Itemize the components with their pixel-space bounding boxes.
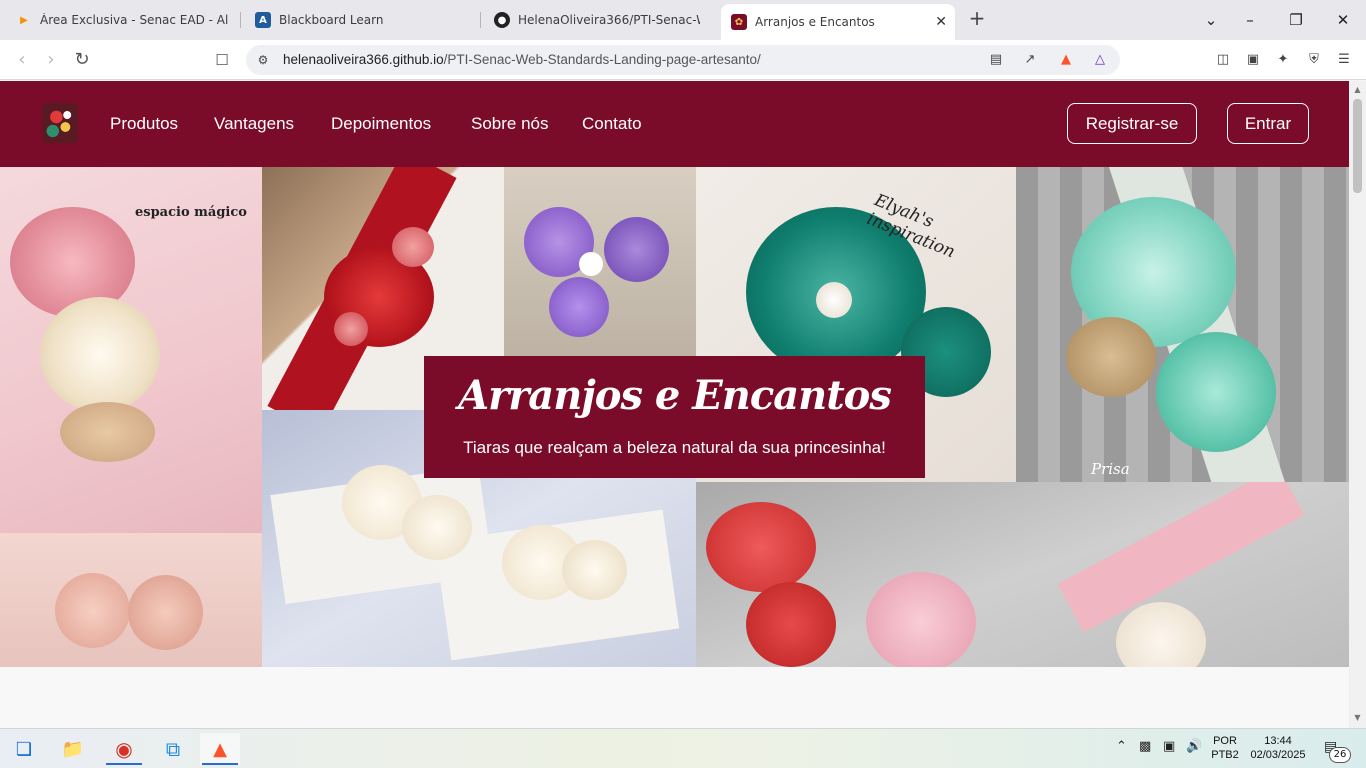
back-button[interactable]: ‹ — [10, 48, 34, 72]
tab-title: HelenaOliveira366/PTI-Senac-Web- — [518, 13, 700, 27]
sidebar-icon[interactable]: ◫ — [1214, 51, 1232, 69]
page-scrollbar[interactable]: ▲ ▼ — [1349, 81, 1366, 728]
share-icon[interactable]: ↗ — [1021, 51, 1039, 69]
windows-taskbar: ❏ 📁 ◉ ⧉ ▲ ⌃ ▩ ▣ 🔊 POR PTB2 13:44 02/03/2… — [0, 728, 1366, 768]
site-header: Produtos Vantagens Depoimentos Sobre nós… — [0, 81, 1349, 167]
scrollbar-thumb[interactable] — [1353, 99, 1362, 193]
notification-count-badge: 26 — [1329, 747, 1351, 763]
scroll-down-icon[interactable]: ▼ — [1353, 713, 1362, 722]
bookmark-icon[interactable]: ☐ — [210, 48, 234, 72]
brave-shields-icon[interactable]: ▲ — [1057, 51, 1075, 69]
nav-sobre-nos[interactable]: Sobre nós — [471, 114, 549, 134]
tab-search-chevron-icon[interactable]: ⌄ — [1199, 8, 1223, 32]
new-tab-button[interactable]: + — [966, 8, 988, 30]
hero-subtitle: Tiaras que realçam a beleza natural da s… — [463, 438, 886, 457]
meet-icon[interactable]: ▣ — [1163, 739, 1175, 754]
browser-tab-strip: ▶ Área Exclusiva - Senac EAD - Aluno A B… — [0, 0, 1366, 40]
watermark-espacio-magico: espacio mágico — [135, 205, 247, 220]
clock-time: 13:44 — [1264, 735, 1292, 747]
login-button[interactable]: Entrar — [1227, 103, 1309, 144]
senac-icon: ▶ — [20, 14, 28, 26]
network-icon[interactable]: ▩ — [1139, 739, 1151, 754]
language-indicator[interactable]: POR PTB2 — [1210, 734, 1240, 762]
minimize-button[interactable]: – — [1238, 8, 1262, 32]
tab-title: Área Exclusiva - Senac EAD - Aluno — [40, 13, 228, 27]
site-info-icon[interactable]: ⚙ — [254, 51, 272, 69]
vscode-icon[interactable]: ⧉ — [153, 733, 193, 765]
restore-button[interactable]: ❐ — [1284, 8, 1308, 32]
leo-ai-icon[interactable]: ✦ — [1274, 51, 1292, 69]
clock-date: 02/03/2025 — [1250, 749, 1306, 761]
brave-rewards-icon[interactable]: △ — [1091, 51, 1109, 69]
site-logo[interactable] — [42, 103, 78, 143]
menu-icon[interactable]: ☰ — [1335, 51, 1353, 69]
keyboard-label: PTB2 — [1211, 749, 1239, 761]
nav-depoimentos[interactable]: Depoimentos — [331, 114, 431, 134]
blackboard-icon: A — [255, 12, 271, 28]
url-path: /PTI-Senac-Web-Standards-Landing-page-ar… — [443, 52, 761, 67]
watermark-prisa: Prisa — [1091, 460, 1130, 478]
nav-contato[interactable]: Contato — [582, 114, 642, 134]
tab-blackboard[interactable]: A Blackboard Learn — [245, 5, 473, 35]
hero-photo-mint-flowers: Prisa — [1016, 167, 1349, 482]
tab-separator — [480, 12, 481, 28]
hero-collage: espacio mágico Elyah's inspiration Prisa… — [0, 167, 1349, 667]
tab-title: Arranjos e Encantos — [755, 15, 875, 29]
site-logo-icon: ✿ — [731, 14, 747, 30]
url-host: helenaoliveira366.github.io — [283, 52, 444, 67]
scroll-up-icon[interactable]: ▲ — [1353, 85, 1362, 94]
tab-github[interactable]: ● HelenaOliveira366/PTI-Senac-Web- — [484, 5, 710, 35]
hero-photo-peach-roses — [0, 533, 262, 667]
tab-senac[interactable]: ▶ Área Exclusiva - Senac EAD - Aluno — [6, 5, 238, 35]
reader-mode-icon[interactable]: ▤ — [987, 51, 1005, 69]
url-text[interactable]: helenaoliveira366.github.io/PTI-Senac-We… — [283, 52, 761, 67]
tab-arranjos[interactable]: ✿ Arranjos e Encantos ✕ — [721, 4, 955, 40]
language-label: POR — [1213, 735, 1237, 747]
nav-vantagens[interactable]: Vantagens — [214, 114, 294, 134]
brave-icon[interactable]: ▲ — [200, 733, 240, 765]
page-viewport: Produtos Vantagens Depoimentos Sobre nós… — [0, 81, 1349, 728]
hero-photo-purple-bouquet — [504, 167, 696, 356]
register-button[interactable]: Registrar-se — [1067, 103, 1197, 144]
forward-button[interactable]: › — [39, 48, 63, 72]
reload-button[interactable]: ↻ — [70, 48, 94, 72]
browser-toolbar: ‹ › ↻ ☐ ⚙ helenaoliveira366.github.io/PT… — [0, 40, 1366, 80]
hero-photo-pink-roses-geraniums — [696, 482, 1349, 667]
chrome-icon[interactable]: ◉ — [104, 733, 144, 765]
github-icon: ● — [494, 12, 510, 28]
tab-title: Blackboard Learn — [279, 13, 384, 27]
clock[interactable]: 13:44 02/03/2025 — [1247, 734, 1309, 762]
windows-start-icon[interactable]: ❏ — [4, 733, 44, 765]
nav-produtos[interactable]: Produtos — [110, 114, 178, 134]
vpn-shield-icon[interactable]: ⛨ — [1305, 51, 1323, 69]
show-hidden-icons-chevron-icon[interactable]: ⌃ — [1116, 739, 1127, 754]
volume-icon[interactable]: 🔊 — [1186, 739, 1202, 754]
hero-photo-pink-headband: espacio mágico — [0, 167, 262, 533]
close-tab-icon[interactable]: ✕ — [935, 14, 947, 30]
close-window-button[interactable]: ✕ — [1331, 8, 1355, 32]
hero-title: Arranjos e Encantos — [458, 372, 892, 419]
wallet-icon[interactable]: ▣ — [1244, 51, 1262, 69]
tab-separator — [240, 12, 241, 28]
file-explorer-icon[interactable]: 📁 — [53, 733, 93, 765]
address-bar[interactable]: ⚙ helenaoliveira366.github.io/PTI-Senac-… — [246, 45, 1120, 75]
hero-banner: Arranjos e Encantos Tiaras que realçam a… — [424, 356, 925, 478]
